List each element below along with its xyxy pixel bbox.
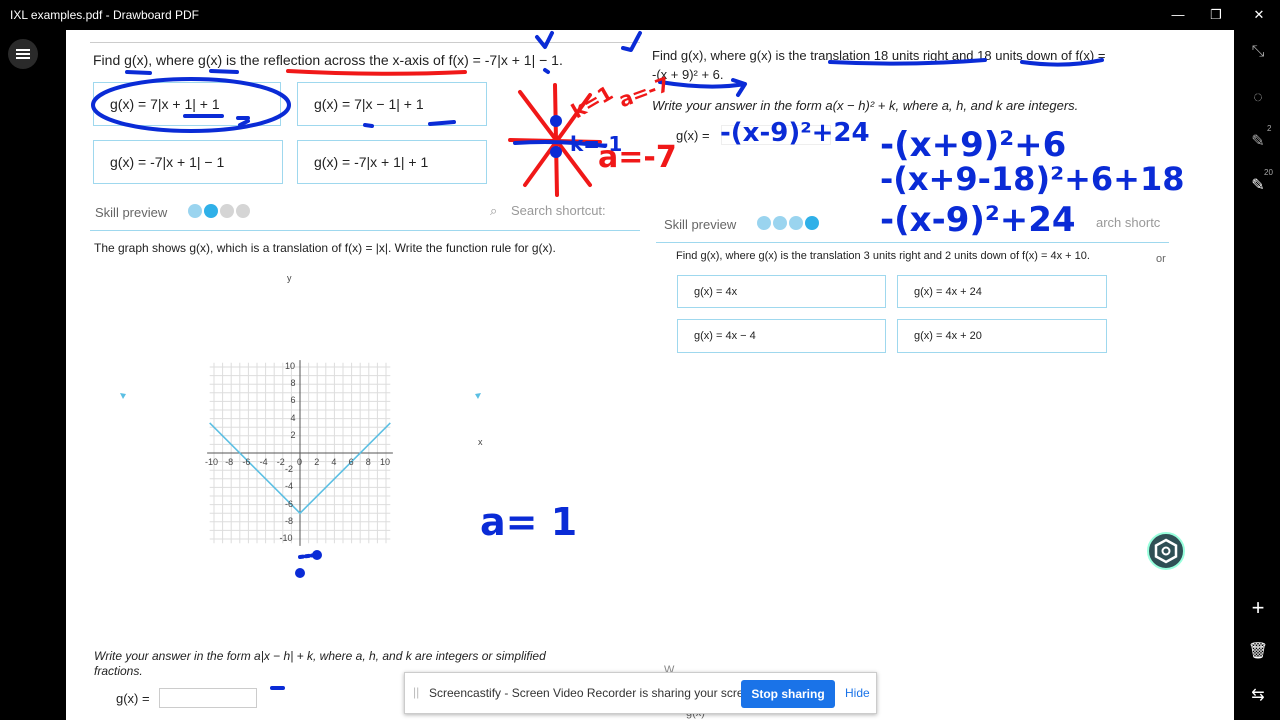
banner-message: Screencastify - Screen Video Recorder is… (429, 686, 761, 700)
drag-handle-icon[interactable]: || (413, 685, 419, 699)
x-tick-label: 0 (297, 457, 303, 467)
ink-underline-choice (183, 114, 250, 127)
graph-arrow-right (475, 393, 481, 399)
x-tick-label: -10 (205, 457, 219, 467)
ink-underlines-q3 (658, 58, 1104, 97)
ink-dot-2 (550, 146, 562, 158)
trash-icon[interactable]: 🗑 (1246, 640, 1270, 664)
x-tick-label: 2 (314, 457, 320, 467)
highlighter-tool-icon[interactable]: ✎ (1246, 174, 1270, 198)
add-icon[interactable]: + (1246, 596, 1270, 620)
ink-vertex-dot (295, 568, 305, 578)
x-tick-label: 10 (380, 457, 391, 467)
ink-answer: -(x-9)²+24 (720, 118, 870, 148)
ink-a-eq-1: a= 1 (480, 500, 578, 544)
y-tick-label: 4 (290, 412, 296, 423)
ink-marks-choice2 (363, 120, 456, 128)
swap-icon[interactable]: ⇆ (1246, 684, 1270, 708)
x-tick-label: 4 (331, 457, 337, 467)
x-axis-label: x (478, 437, 483, 447)
x-tick-label: 6 (348, 457, 354, 467)
y-tick-label: 6 (290, 395, 296, 406)
ink-check-1 (535, 31, 554, 49)
ink-dash (543, 68, 550, 74)
ink-underline-g2 (209, 69, 239, 74)
select-tool-icon[interactable]: ⤡ (1246, 40, 1270, 64)
y-tick-label: 10 (285, 361, 296, 371)
lasso-tool-icon[interactable]: ◌ (1246, 86, 1270, 110)
graph-arrow-left (120, 393, 126, 399)
y-tick-label: -4 (285, 481, 294, 492)
y-tick-label: -2 (285, 464, 294, 475)
ink-dot-1 (550, 115, 562, 127)
x-tick-label: -6 (242, 457, 251, 467)
stop-sharing-button[interactable]: Stop sharing (741, 680, 835, 708)
highlighter-tool-badge: 20 (1264, 168, 1273, 177)
x-tick-label: -4 (259, 457, 268, 467)
ink-check-2 (621, 31, 642, 52)
y-tick-label: 8 (290, 378, 296, 389)
screen-share-banner: || Screencastify - Screen Video Recorder… (404, 672, 877, 714)
x-tick-label: -8 (225, 457, 234, 467)
floating-action-hexagon-icon[interactable] (1147, 532, 1185, 570)
ink-underline-g (125, 70, 152, 75)
x-tick-label: 8 (365, 457, 371, 467)
y-tick-label: -6 (285, 498, 294, 509)
hide-button[interactable]: Hide (845, 686, 870, 700)
ink-circle-choice (91, 77, 291, 133)
y-tick-label: -10 (279, 533, 293, 543)
ink-point-dot (312, 550, 322, 560)
y-axis-label: y (287, 273, 292, 283)
ink-a-eq-neg7: a=-7 (598, 140, 677, 175)
graph-and-ink-layer (91, 31, 1104, 690)
y-tick-label: -8 (285, 515, 294, 526)
y-tick-label: 2 (290, 429, 296, 440)
ink-step1: -(x+9)²+6 (880, 125, 1067, 165)
ink-step2: -(x+9-18)²+6+18 (880, 160, 1185, 198)
x-tick-label: -2 (276, 457, 285, 467)
pen-tool-badge: 2 (1267, 124, 1272, 133)
ink-underline-reflection (286, 69, 467, 76)
graph-axes (207, 360, 393, 546)
ink-step3: -(x-9)²+24 (880, 200, 1076, 240)
pen-tool-icon[interactable]: ✎ (1246, 130, 1270, 154)
